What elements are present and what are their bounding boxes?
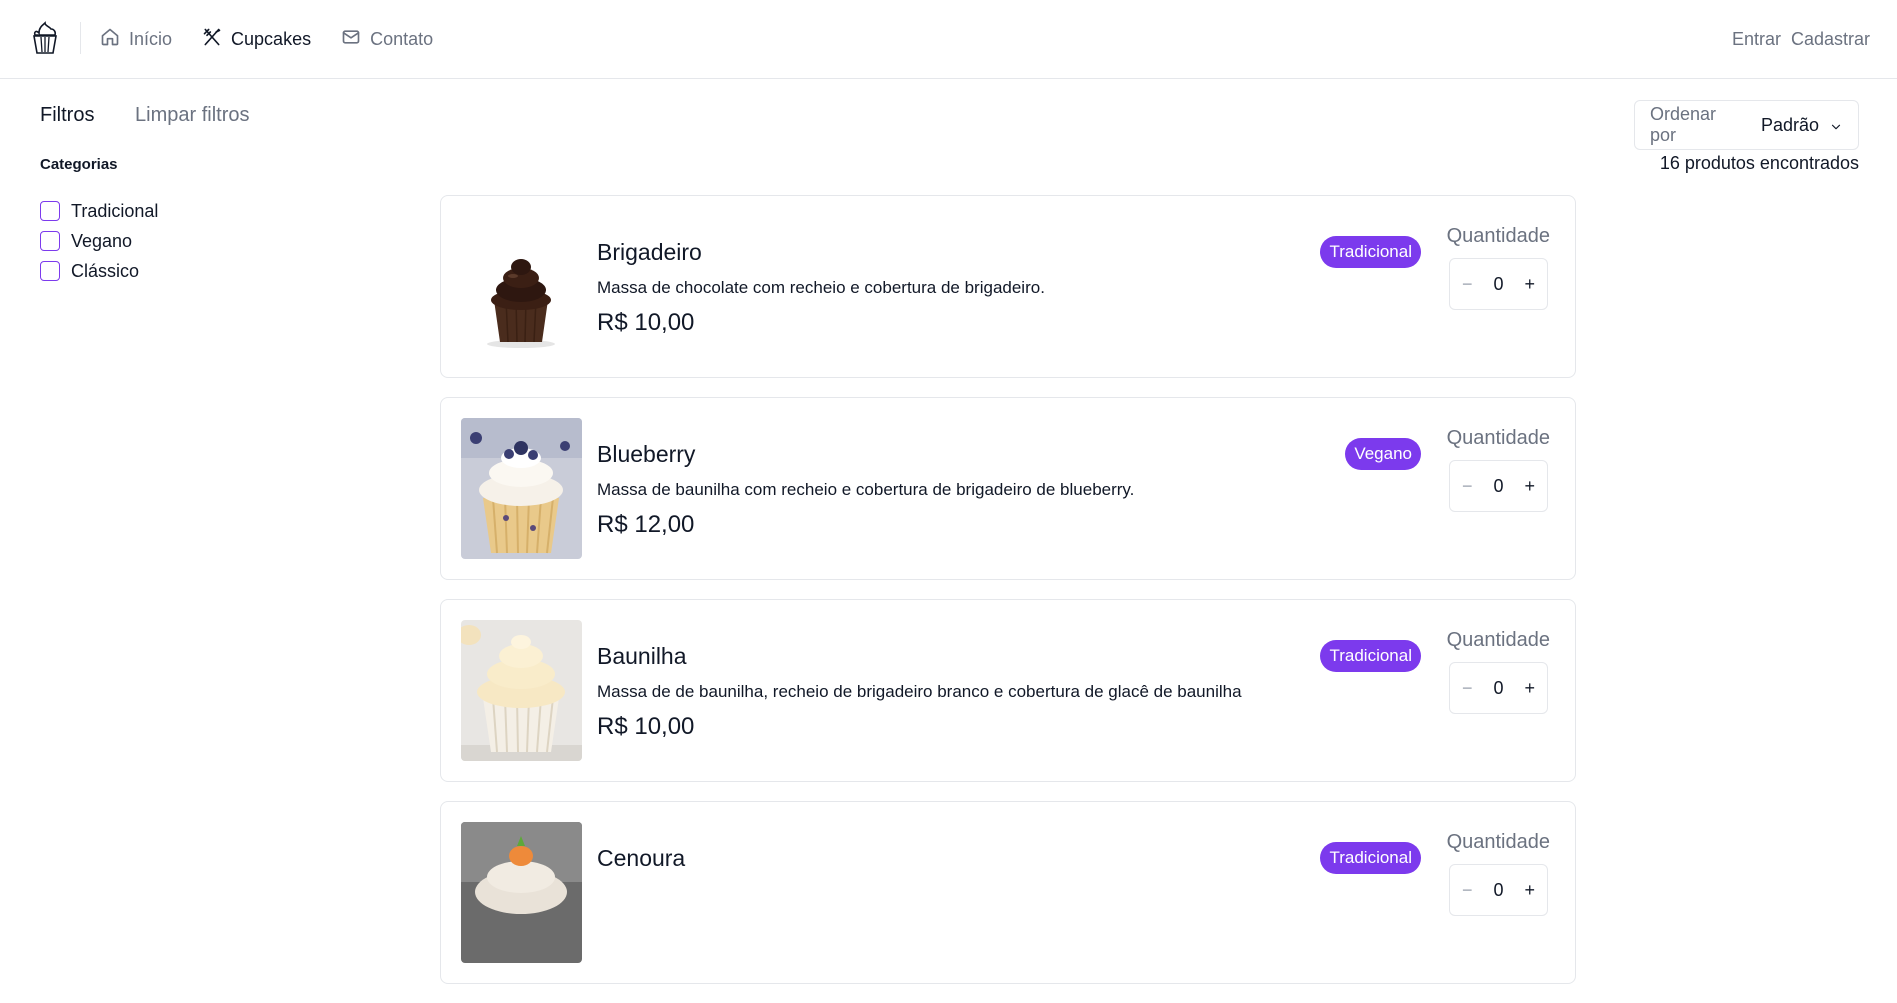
quantity-stepper: − 0 + xyxy=(1449,864,1548,916)
product-image-blueberry xyxy=(461,418,582,559)
product-description: Massa de de baunilha, recheio de brigade… xyxy=(597,682,1242,701)
quantity-value: 0 xyxy=(1493,677,1504,698)
main-nav: Início Cupcakes Contato xyxy=(100,0,433,79)
category-badge: Vegano xyxy=(1345,438,1421,470)
category-filter-classico[interactable]: Clássico xyxy=(40,256,158,286)
increment-button[interactable]: + xyxy=(1524,678,1535,699)
category-label: Tradicional xyxy=(71,200,159,221)
header-divider xyxy=(80,22,81,54)
quantity-stepper: − 0 + xyxy=(1449,258,1548,310)
nav-item-cupcakes[interactable]: Cupcakes xyxy=(202,27,311,52)
mail-icon xyxy=(341,27,361,52)
filters-title: Filtros xyxy=(40,104,95,126)
result-count: 16 produtos encontrados xyxy=(1659,153,1859,173)
quantity-value: 0 xyxy=(1493,475,1504,496)
decrement-button[interactable]: − xyxy=(1462,476,1473,497)
category-checkbox[interactable] xyxy=(40,201,60,221)
product-image-cenoura xyxy=(461,822,582,963)
quantity-label: Quantidade xyxy=(1446,225,1550,247)
quantity-label: Quantidade xyxy=(1446,629,1550,651)
category-badge: Tradicional xyxy=(1320,842,1421,874)
nav-item-label: Contato xyxy=(370,29,434,49)
decrement-button[interactable]: − xyxy=(1462,880,1473,901)
increment-button[interactable]: + xyxy=(1524,274,1535,295)
product-name: Blueberry xyxy=(597,441,696,467)
category-filter-tradicional[interactable]: Tradicional xyxy=(40,196,158,226)
product-price: R$ 10,00 xyxy=(597,309,695,336)
signup-link[interactable]: Cadastrar xyxy=(1791,29,1870,50)
nav-item-label: Cupcakes xyxy=(231,29,312,49)
category-badge: Tradicional xyxy=(1320,236,1421,268)
increment-button[interactable]: + xyxy=(1524,880,1535,901)
nav-item-label: Início xyxy=(129,29,173,49)
sort-label: Ordenar por xyxy=(1650,104,1717,145)
product-name: Cenoura xyxy=(597,845,686,871)
category-checkbox[interactable] xyxy=(40,261,60,281)
quantity-label: Quantidade xyxy=(1446,831,1550,853)
category-label: Clássico xyxy=(71,260,140,281)
product-card: Cenoura Tradicional Quantidade − 0 + xyxy=(440,801,1576,984)
category-badge: Tradicional xyxy=(1320,640,1421,672)
utensils-crossed-icon xyxy=(202,27,222,52)
quantity-stepper: − 0 + xyxy=(1449,460,1548,512)
decrement-button[interactable]: − xyxy=(1462,678,1473,699)
top-navbar: Início Cupcakes Contato Entrar Cadastrar xyxy=(0,0,1897,79)
categories-title: Categorias xyxy=(40,156,118,173)
product-card: Blueberry Massa de baunilha com recheio … xyxy=(440,397,1576,580)
product-image-brigadeiro xyxy=(461,216,582,357)
cupcake-logo-icon[interactable] xyxy=(30,20,60,56)
auth-links: Entrar Cadastrar xyxy=(1732,0,1870,79)
quantity-label: Quantidade xyxy=(1446,427,1550,449)
nav-item-inicio[interactable]: Início xyxy=(100,27,172,52)
product-description: Massa de chocolate com recheio e cobertu… xyxy=(597,278,1045,297)
product-list: Brigadeiro Massa de chocolate com rechei… xyxy=(440,195,1576,1003)
home-icon xyxy=(100,27,120,52)
login-link[interactable]: Entrar xyxy=(1732,29,1781,50)
product-card: Baunilha Massa de de baunilha, recheio d… xyxy=(440,599,1576,782)
clear-filters-button[interactable]: Limpar filtros xyxy=(135,104,249,127)
chevron-down-icon xyxy=(1829,118,1843,132)
sort-value: Padrão xyxy=(1760,114,1819,135)
product-name: Baunilha xyxy=(597,643,687,669)
quantity-value: 0 xyxy=(1493,273,1504,294)
product-price: R$ 10,00 xyxy=(597,713,695,740)
category-checkbox[interactable] xyxy=(40,231,60,251)
quantity-value: 0 xyxy=(1493,879,1504,900)
product-image-baunilha xyxy=(461,620,582,761)
sort-select[interactable]: Ordenar por Padrão xyxy=(1634,100,1859,150)
product-card: Brigadeiro Massa de chocolate com rechei… xyxy=(440,195,1576,378)
decrement-button[interactable]: − xyxy=(1462,274,1473,295)
increment-button[interactable]: + xyxy=(1524,476,1535,497)
nav-item-contato[interactable]: Contato xyxy=(341,27,433,52)
product-description: Massa de baunilha com recheio e cobertur… xyxy=(597,480,1135,499)
category-filter-vegano[interactable]: Vegano xyxy=(40,226,158,256)
category-label: Vegano xyxy=(71,230,133,251)
category-filter-list: Tradicional Vegano Clássico xyxy=(40,196,158,286)
product-name: Brigadeiro xyxy=(597,239,702,265)
product-price: R$ 12,00 xyxy=(597,511,695,538)
quantity-stepper: − 0 + xyxy=(1449,662,1548,714)
